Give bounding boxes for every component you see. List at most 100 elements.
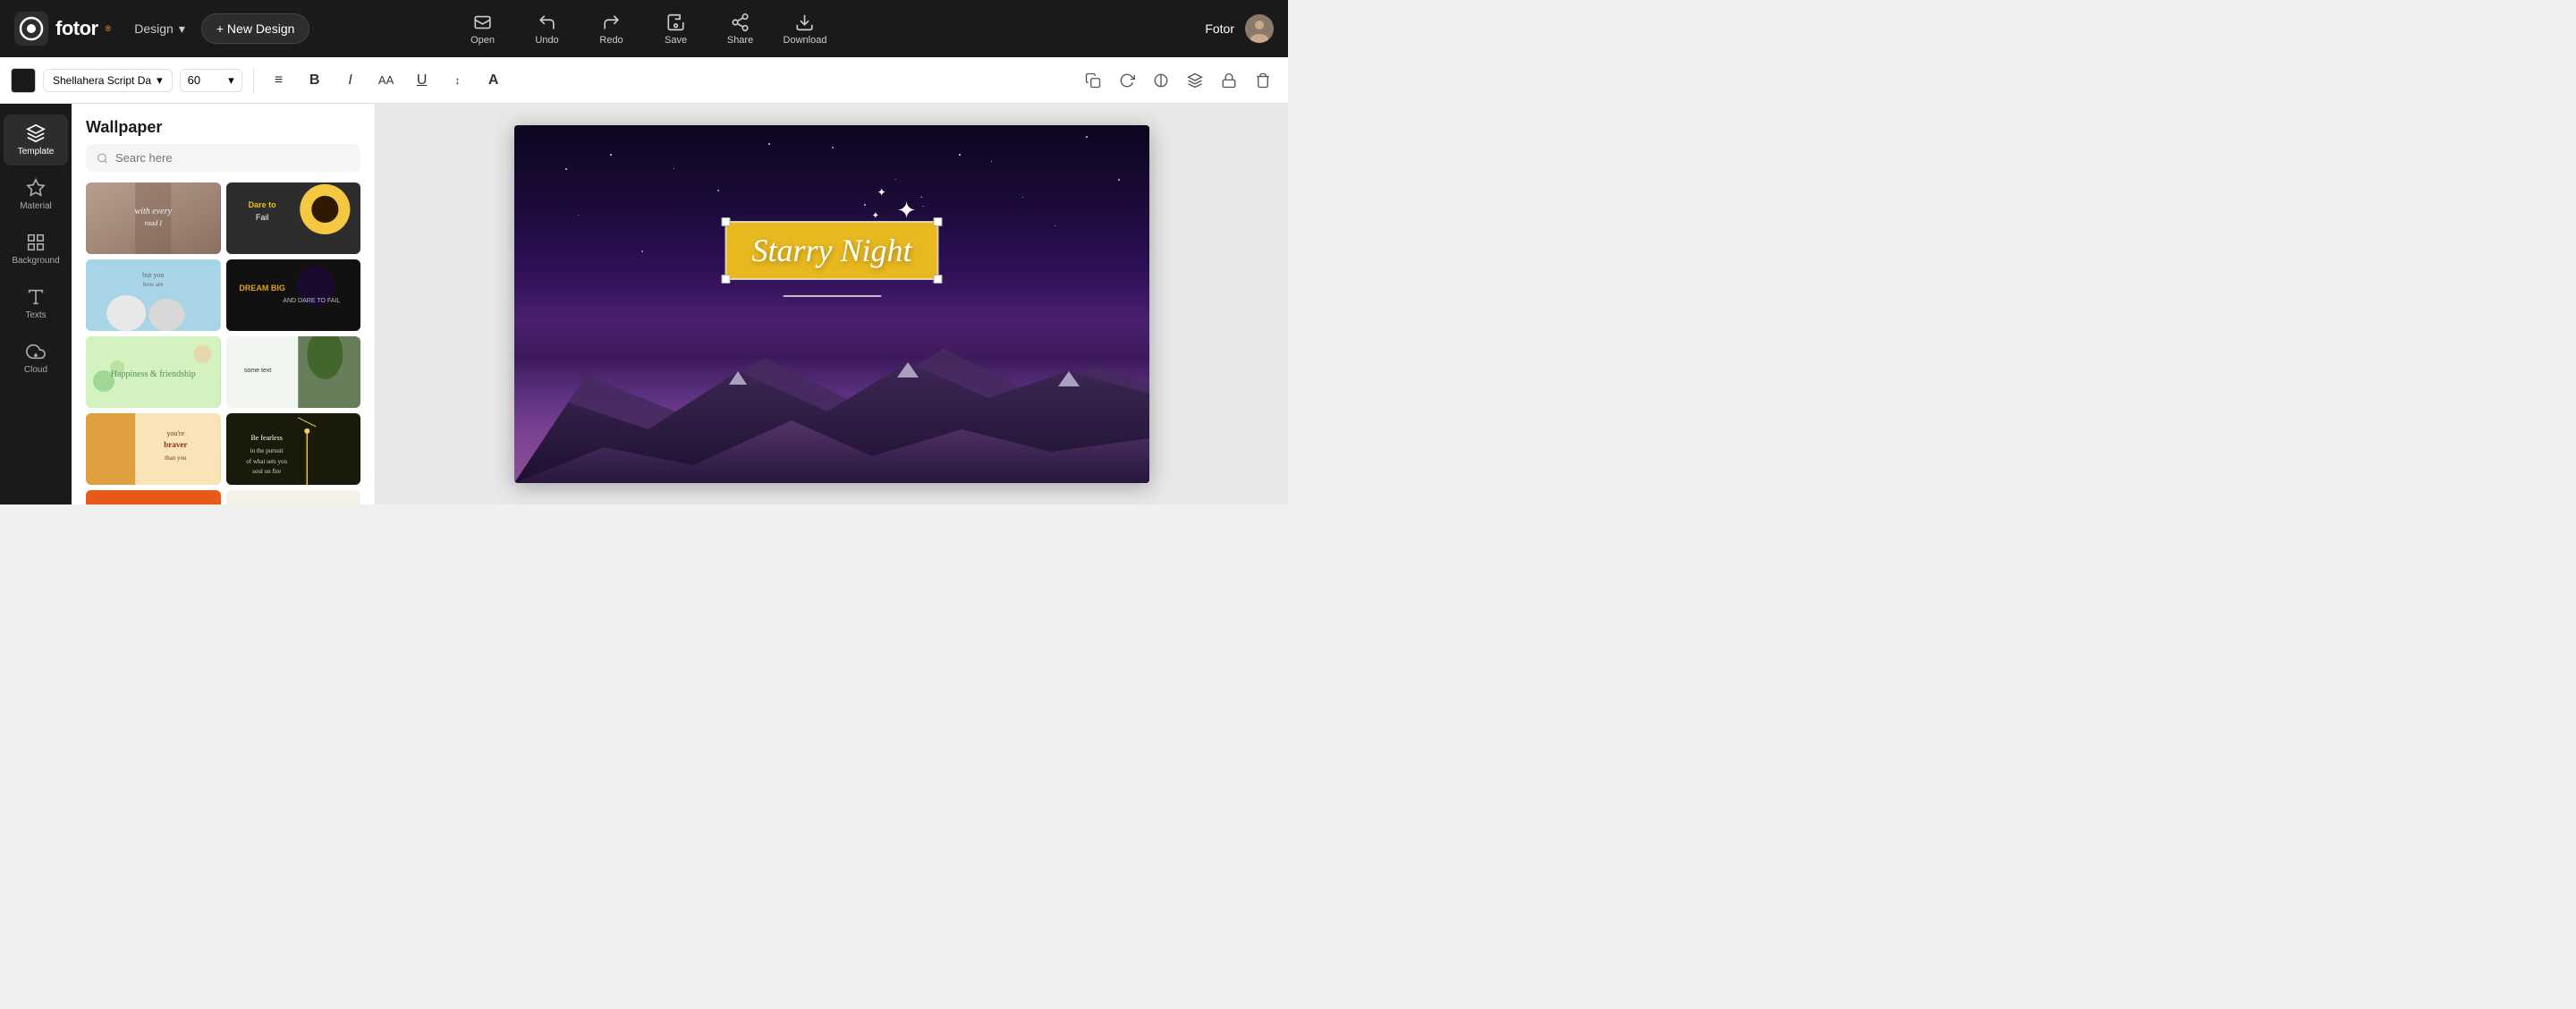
- new-design-button[interactable]: + New Design: [201, 13, 310, 44]
- open-icon: [473, 13, 493, 32]
- text-selection-border: Starry Night: [724, 221, 938, 280]
- template-preview-4: DREAM BIG AND DARE TO FAIL: [226, 259, 361, 331]
- case-button[interactable]: A: [479, 66, 508, 95]
- italic-button[interactable]: I: [336, 66, 365, 95]
- logo-area: fotor ®: [14, 12, 111, 46]
- template-preview-9: TRAVEL: [86, 490, 221, 504]
- undo-icon: [538, 13, 557, 32]
- sidebar-item-template[interactable]: Template: [4, 114, 68, 165]
- template-thumb-5[interactable]: Happiness & friendship: [86, 336, 221, 408]
- search-input[interactable]: [115, 151, 350, 165]
- svg-text:how are: how are: [143, 281, 163, 288]
- template-thumb-4[interactable]: DREAM BIG AND DARE TO FAIL: [226, 259, 361, 331]
- svg-text:in the pursuit: in the pursuit: [250, 447, 283, 454]
- main-layout: Template Material Background Texts Cloud…: [0, 104, 1288, 504]
- download-tool[interactable]: Download: [784, 13, 827, 46]
- font-family-selector[interactable]: Shellahera Script Da ▾: [43, 69, 173, 92]
- lock-button[interactable]: [1215, 66, 1243, 95]
- template-thumb-8[interactable]: Be fearless in the pursuit of what sets …: [226, 413, 361, 485]
- canvas-wrapper[interactable]: ✦ ✦ ✦ · · Starry Night: [514, 125, 1149, 483]
- svg-text:than you: than you: [165, 454, 187, 462]
- template-thumb-9[interactable]: TRAVEL: [86, 490, 221, 504]
- text-sidebar-icon: [26, 287, 46, 307]
- save-tool[interactable]: Save: [655, 13, 698, 46]
- template-grid: with every road I Dare to Fail: [72, 182, 375, 504]
- svg-text:Fail: Fail: [255, 213, 268, 222]
- layers-sidebar-icon: [26, 123, 46, 143]
- text-underline-decoration: [724, 285, 938, 301]
- flip-icon: [1153, 72, 1169, 89]
- duplicate-icon: [1085, 72, 1101, 89]
- search-box[interactable]: [86, 144, 360, 172]
- layers-button[interactable]: [1181, 66, 1209, 95]
- main-canvas-text: Starry Night: [751, 232, 911, 269]
- resize-handle-bl[interactable]: [721, 275, 730, 284]
- duplicate-button[interactable]: [1079, 66, 1107, 95]
- resize-handle-tr[interactable]: [934, 217, 943, 226]
- sidebar-item-material[interactable]: Material: [4, 169, 68, 220]
- canvas-area: ✦ ✦ ✦ · · Starry Night: [376, 104, 1288, 504]
- sidebar-item-cloud[interactable]: Cloud: [4, 333, 68, 384]
- resize-handle-br[interactable]: [934, 275, 943, 284]
- share-icon: [731, 13, 750, 32]
- svg-text:road I: road I: [144, 219, 162, 227]
- top-navigation: fotor ® Design ▾ + New Design Open Undo …: [0, 0, 1288, 57]
- text-selection-box: Starry Night: [724, 221, 938, 301]
- underline-button[interactable]: U: [408, 66, 436, 95]
- template-preview-3: but you how are: [86, 259, 221, 331]
- mountains-svg: [514, 322, 1149, 483]
- text-background-yellow: Starry Night: [725, 222, 937, 279]
- panel-title: Wallpaper: [72, 104, 375, 144]
- share-tool[interactable]: Share: [719, 13, 762, 46]
- svg-text:soul on fire: soul on fire: [252, 468, 281, 475]
- template-preview-2: Dare to Fail: [226, 182, 361, 254]
- search-icon: [97, 152, 108, 165]
- redo-tool[interactable]: Redo: [590, 13, 633, 46]
- template-thumb-6[interactable]: some text: [226, 336, 361, 408]
- star-sidebar-icon: [26, 178, 46, 198]
- rotate-button[interactable]: [1113, 66, 1141, 95]
- text-color-swatch[interactable]: [11, 68, 36, 93]
- avatar-image: [1245, 14, 1274, 43]
- user-avatar[interactable]: [1245, 14, 1274, 43]
- letter-spacing-button[interactable]: AA: [372, 66, 401, 95]
- sidebar: Template Material Background Texts Cloud: [0, 104, 72, 504]
- template-thumb-7[interactable]: you're braver than you: [86, 413, 221, 485]
- format-toolbar: Shellahera Script Da ▾ 60 ▾ ≡ B I AA U ↕…: [0, 57, 1288, 104]
- sidebar-item-texts[interactable]: Texts: [4, 278, 68, 329]
- font-size-selector[interactable]: 60 ▾: [180, 69, 242, 92]
- template-preview-8: Be fearless in the pursuit of what sets …: [226, 413, 361, 485]
- svg-text:Be fearless: Be fearless: [250, 434, 282, 442]
- template-thumb-10[interactable]: Coffee ALWAYS good idea: [226, 490, 361, 504]
- nav-right: Fotor: [1205, 14, 1274, 43]
- logo-text: fotor: [55, 17, 98, 40]
- line-height-button[interactable]: ↕: [444, 66, 472, 95]
- text-element-container[interactable]: Starry Night: [724, 221, 938, 301]
- template-panel: Wallpaper with every road I: [72, 104, 376, 504]
- template-thumb-2[interactable]: Dare to Fail: [226, 182, 361, 254]
- layers-icon: [1187, 72, 1203, 89]
- download-icon: [795, 13, 815, 32]
- sidebar-item-background[interactable]: Background: [4, 224, 68, 275]
- svg-text:DREAM BIG: DREAM BIG: [239, 284, 285, 293]
- bold-button[interactable]: B: [301, 66, 329, 95]
- delete-button[interactable]: [1249, 66, 1277, 95]
- flip-button[interactable]: [1147, 66, 1175, 95]
- align-button[interactable]: ≡: [265, 66, 293, 95]
- logo-superscript: ®: [106, 24, 112, 33]
- template-thumb-1[interactable]: with every road I: [86, 182, 221, 254]
- open-tool[interactable]: Open: [462, 13, 504, 46]
- delete-icon: [1255, 72, 1271, 89]
- svg-text:of what sets you: of what sets you: [246, 458, 287, 465]
- resize-handle-tl[interactable]: [721, 217, 730, 226]
- svg-text:Happiness & friendship: Happiness & friendship: [111, 369, 196, 379]
- template-thumb-3[interactable]: but you how are: [86, 259, 221, 331]
- background-sidebar-icon: [26, 233, 46, 252]
- design-button[interactable]: Design ▾: [125, 16, 194, 42]
- template-preview-7: you're braver than you: [86, 413, 221, 485]
- svg-text:braver: braver: [164, 440, 187, 449]
- svg-text:AND DARE TO FAIL: AND DARE TO FAIL: [283, 298, 340, 304]
- undo-tool[interactable]: Undo: [526, 13, 569, 46]
- cloud-sidebar-icon: [26, 342, 46, 361]
- template-preview-1: with every road I: [86, 182, 221, 254]
